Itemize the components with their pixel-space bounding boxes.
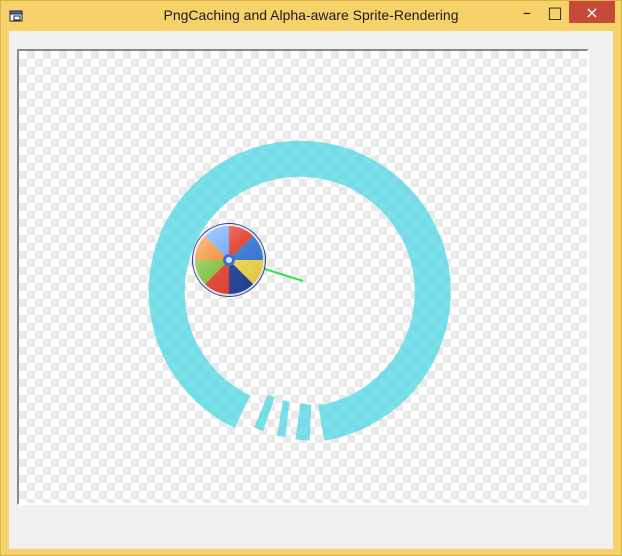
window-controls: – □ × — [513, 1, 615, 23]
minimize-icon: – — [523, 2, 531, 22]
app-window: PngCaching and Alpha-aware Sprite-Render… — [0, 0, 622, 556]
maximize-icon: □ — [547, 2, 563, 22]
render-canvas-frame — [17, 49, 589, 505]
color-wheel-sprite[interactable] — [192, 223, 266, 297]
title-bar[interactable]: PngCaching and Alpha-aware Sprite-Render… — [1, 1, 621, 31]
sprite-scene — [148, 140, 451, 441]
close-icon: × — [585, 2, 599, 22]
close-button[interactable]: × — [569, 1, 615, 23]
alpha-ring — [148, 140, 451, 441]
render-canvas[interactable] — [19, 51, 587, 503]
maximize-button[interactable]: □ — [541, 1, 569, 23]
minimize-button[interactable]: – — [513, 1, 541, 23]
